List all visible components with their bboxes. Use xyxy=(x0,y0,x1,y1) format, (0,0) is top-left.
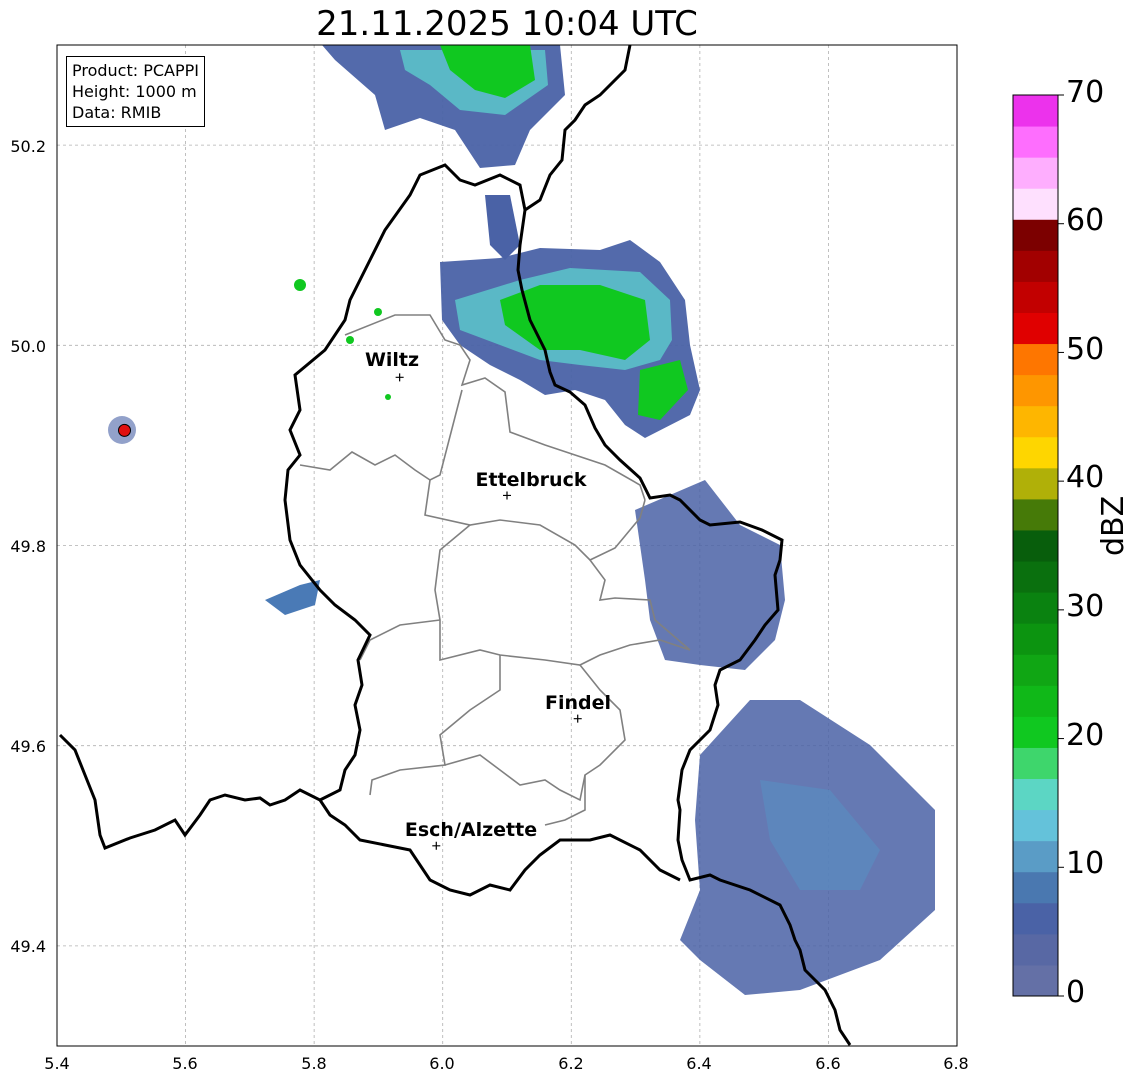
colorbar-segment xyxy=(1013,188,1058,220)
y-tick-label: 50.0 xyxy=(10,337,46,356)
x-tick-label: 6.2 xyxy=(558,1054,584,1073)
echo-small-green-2 xyxy=(346,336,354,344)
city-marker xyxy=(395,373,404,382)
colorbar-segment xyxy=(1013,871,1058,904)
info-box: Product: PCAPPI Height: 1000 m Data: RMI… xyxy=(66,56,206,127)
colorbar-segment xyxy=(1013,778,1058,811)
colorbar-segment xyxy=(1013,281,1058,313)
city-marker xyxy=(503,491,511,500)
echo-west-patch xyxy=(265,580,320,615)
x-tick-label: 5.6 xyxy=(172,1054,198,1073)
colorbar-segment xyxy=(1013,933,1058,966)
colorbar-segment xyxy=(1013,467,1058,500)
colorbar-tick-label: 40 xyxy=(1066,460,1105,495)
colorbar-tick-label: 70 xyxy=(1066,75,1105,110)
colorbar-tick-label: 0 xyxy=(1066,975,1086,1010)
colorbar-segment xyxy=(1013,405,1058,438)
colorbar-segment xyxy=(1013,157,1058,189)
info-product: Product: PCAPPI xyxy=(72,61,200,80)
colorbar-segment xyxy=(1013,498,1058,531)
echo-east-strip xyxy=(485,195,520,260)
x-tick-label: 6.4 xyxy=(686,1054,712,1073)
x-tick-label: 6.8 xyxy=(943,1054,969,1073)
colorbar-segment xyxy=(1013,654,1058,686)
city-markers xyxy=(395,373,582,850)
city-label-esch: Esch/Alzette xyxy=(404,819,538,841)
colorbar-segment xyxy=(1013,95,1058,127)
colorbar-tick-label: 50 xyxy=(1066,332,1105,367)
colorbar-segment xyxy=(1013,685,1058,717)
colorbar-tick-label: 30 xyxy=(1066,589,1105,624)
colorbar-segment xyxy=(1013,964,1058,997)
colorbar-segment xyxy=(1013,219,1058,251)
city-marker xyxy=(432,841,441,850)
city-label-wiltz: Wiltz xyxy=(364,349,420,371)
colorbar-segment xyxy=(1013,374,1058,407)
radar-map xyxy=(56,44,1064,1047)
x-tick-label: 5.4 xyxy=(44,1054,70,1073)
colorbar-segment xyxy=(1013,312,1058,345)
colorbar-segment xyxy=(1013,747,1058,780)
echo-small-green xyxy=(294,279,306,291)
info-data: Data: RMIB xyxy=(72,103,162,122)
y-tick-label: 49.8 xyxy=(10,537,46,556)
colorbar-segment xyxy=(1013,902,1058,935)
y-tick-label: 49.4 xyxy=(10,937,46,956)
echo-east-blue xyxy=(635,480,785,670)
colorbar-segment xyxy=(1013,436,1058,469)
colorbar-segment xyxy=(1013,592,1058,624)
colorbar-segment xyxy=(1013,623,1058,655)
y-tick-label: 49.6 xyxy=(10,737,46,756)
city-label-findel: Findel xyxy=(544,692,612,714)
city-label-ettelbruck: Ettelbruck xyxy=(475,469,587,491)
x-tick-label: 6.0 xyxy=(429,1054,455,1073)
colorbar-segment xyxy=(1013,529,1058,562)
colorbar-tick-label: 10 xyxy=(1066,846,1105,881)
x-tick-label: 6.6 xyxy=(815,1054,841,1073)
colorbar-label: dBZ xyxy=(1096,495,1131,556)
colorbar-tick-label: 20 xyxy=(1066,718,1105,753)
colorbar xyxy=(1013,94,1064,997)
y-tick-label: 50.2 xyxy=(10,137,46,156)
colorbar-segment xyxy=(1013,343,1058,376)
colorbar-segment xyxy=(1013,126,1058,158)
info-height: Height: 1000 m xyxy=(72,82,197,101)
colorbar-segment xyxy=(1013,250,1058,282)
city-marker xyxy=(573,714,582,723)
colorbar-tick-label: 60 xyxy=(1066,203,1105,238)
colorbar-segment xyxy=(1013,809,1058,842)
radar-site-marker xyxy=(118,423,131,437)
colorbar-segment xyxy=(1013,840,1058,873)
colorbar-segment xyxy=(1013,561,1058,593)
echo-small-green-3 xyxy=(374,308,382,316)
x-tick-label: 5.8 xyxy=(301,1054,327,1073)
echo-small-green-4 xyxy=(385,394,391,400)
colorbar-segment xyxy=(1013,716,1058,748)
